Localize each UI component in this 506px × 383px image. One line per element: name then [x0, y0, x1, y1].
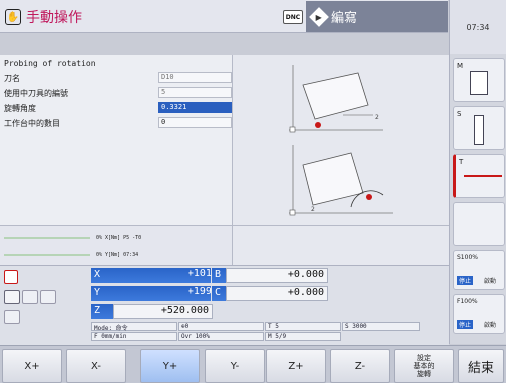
form-label: 工作台中的數目	[4, 119, 60, 128]
load-strip: 0% X[Nm] P5 -T0 0% Y[Nm] 07:34	[0, 225, 232, 265]
dnc-badge: DNC	[283, 10, 303, 24]
y-minus-softkey[interactable]: Y-	[205, 349, 265, 383]
axis-label: Z	[94, 305, 101, 316]
feed-cell: F 0mm/min	[91, 332, 177, 341]
m-label: M	[457, 62, 464, 70]
set-basic-rotation-softkey[interactable]: 設定 基本的 旋轉	[394, 349, 454, 383]
zero-cell: ⊕0	[178, 322, 264, 331]
form-heading: Probing of rotation	[4, 59, 96, 68]
tool-cell: T 5	[265, 322, 341, 331]
x-plus-softkey[interactable]: X+	[2, 349, 62, 383]
axis-row: Y +199.417	[91, 286, 236, 301]
y-load-bar	[4, 254, 90, 256]
rotation-angle-field[interactable]: 0.3321	[158, 102, 232, 113]
axis-row: C +0.000	[212, 286, 328, 301]
axis-value: +0.000	[226, 268, 328, 283]
form-row: 旋轉角度 0.3321	[4, 102, 232, 115]
m-cell: M 5/9	[265, 332, 341, 341]
warning-icon[interactable]	[4, 270, 18, 284]
form-label: 刀名	[4, 74, 20, 83]
feed-override-softkey[interactable]: F100% 停止 啟動	[453, 294, 505, 334]
mode-cell: Mode: 命令	[91, 322, 177, 332]
spindle-icon	[474, 115, 484, 145]
stop-label: 停止	[457, 320, 474, 329]
axis-value: +0.000	[226, 286, 328, 301]
tool-number-field[interactable]: 5	[158, 87, 232, 98]
mode-title-label: 手動操作	[26, 10, 82, 26]
status-blank	[232, 225, 449, 265]
s-override-label: S100%	[457, 254, 478, 261]
axis-row: Z +520.000	[91, 304, 213, 319]
form-label: 旋轉角度	[4, 104, 36, 113]
y-plus-softkey[interactable]: Y+	[140, 349, 200, 383]
arrow-icon: ▶	[309, 6, 329, 27]
enable-label: 啟動	[484, 278, 497, 285]
axis-label: Y	[94, 287, 101, 298]
s-label: S	[457, 110, 462, 118]
probe-diagram: 2 2	[232, 55, 449, 225]
axis-label: C	[215, 287, 222, 298]
right-softkey-column: M S T S100% 停止 啟動 F100% 停止 啟動	[449, 54, 506, 344]
x-load-text: 0% X[Nm] P5 -T0	[96, 235, 142, 241]
form-row: 使用中刀具的編號 5	[4, 87, 232, 100]
x-minus-softkey[interactable]: X-	[66, 349, 126, 383]
z-plus-softkey[interactable]: Z+	[266, 349, 326, 383]
m-icon	[470, 71, 488, 95]
svg-text:2: 2	[311, 206, 315, 213]
spindle-override-softkey[interactable]: S100% 停止 啟動	[453, 250, 505, 290]
clock: 07:34	[449, 0, 506, 54]
form-label: 使用中刀具的編號	[4, 89, 68, 98]
x-load-bar	[4, 237, 90, 239]
empty-slot-icon	[4, 310, 20, 324]
z-minus-softkey[interactable]: Z-	[330, 349, 390, 383]
t-function-softkey[interactable]: T	[453, 154, 505, 198]
t-label: T	[459, 158, 464, 166]
mode-title: ✋ 手動操作	[5, 6, 82, 28]
svg-text:2: 2	[375, 114, 379, 121]
probe-form: Probing of rotation 刀名 D10 使用中刀具的編號 5 旋轉…	[0, 55, 232, 225]
tool-name-field[interactable]: D10	[158, 72, 232, 83]
hand-icon: ✋	[5, 9, 21, 25]
axis-value: +520.000	[113, 304, 213, 319]
y-load-text: 0% Y[Nm] 07:34	[96, 252, 139, 258]
stop-label: 停止	[457, 276, 474, 285]
form-row: 工作台中的數目 0	[4, 117, 232, 130]
softkey-bar: X+ X- Y+ Y- Z+ Z- 設定 基本的 旋轉 結束	[0, 345, 506, 383]
edit-mode-label: 編寫	[331, 11, 358, 26]
axis-row: B +0.000	[212, 268, 328, 283]
enable-label: 啟動	[484, 322, 497, 329]
position-display: X +101.158 Y +199.417 Z +520.000 B +0.00…	[0, 265, 449, 345]
ovr-cell: Ovr 100%	[178, 332, 264, 341]
header-bar: ✋ 手動操作 DNC ▶ 編寫	[0, 0, 448, 33]
axis-label: B	[215, 269, 222, 280]
probe-illustration: 2 2	[289, 65, 393, 216]
form-row: 刀名 D10	[4, 72, 232, 85]
tool-change-icon	[464, 175, 502, 177]
clock-value: 07:34	[466, 22, 490, 32]
table-number-field[interactable]: 0	[158, 117, 232, 128]
end-softkey[interactable]: 結束	[458, 349, 504, 383]
empty-slot-icon	[22, 290, 38, 304]
s-function-softkey[interactable]: S	[453, 106, 505, 150]
axis-row: X +101.158	[91, 268, 236, 283]
m-function-softkey[interactable]: M	[453, 58, 505, 102]
edit-mode-tab[interactable]: ▶ 編寫	[306, 1, 448, 32]
f-override-label: F100%	[457, 298, 478, 305]
axis-label: X	[94, 269, 101, 280]
home-icon[interactable]	[4, 290, 20, 304]
spindle-cell: S 3000	[342, 322, 420, 331]
empty-slot-icon	[40, 290, 56, 304]
empty-softkey[interactable]	[453, 202, 505, 246]
